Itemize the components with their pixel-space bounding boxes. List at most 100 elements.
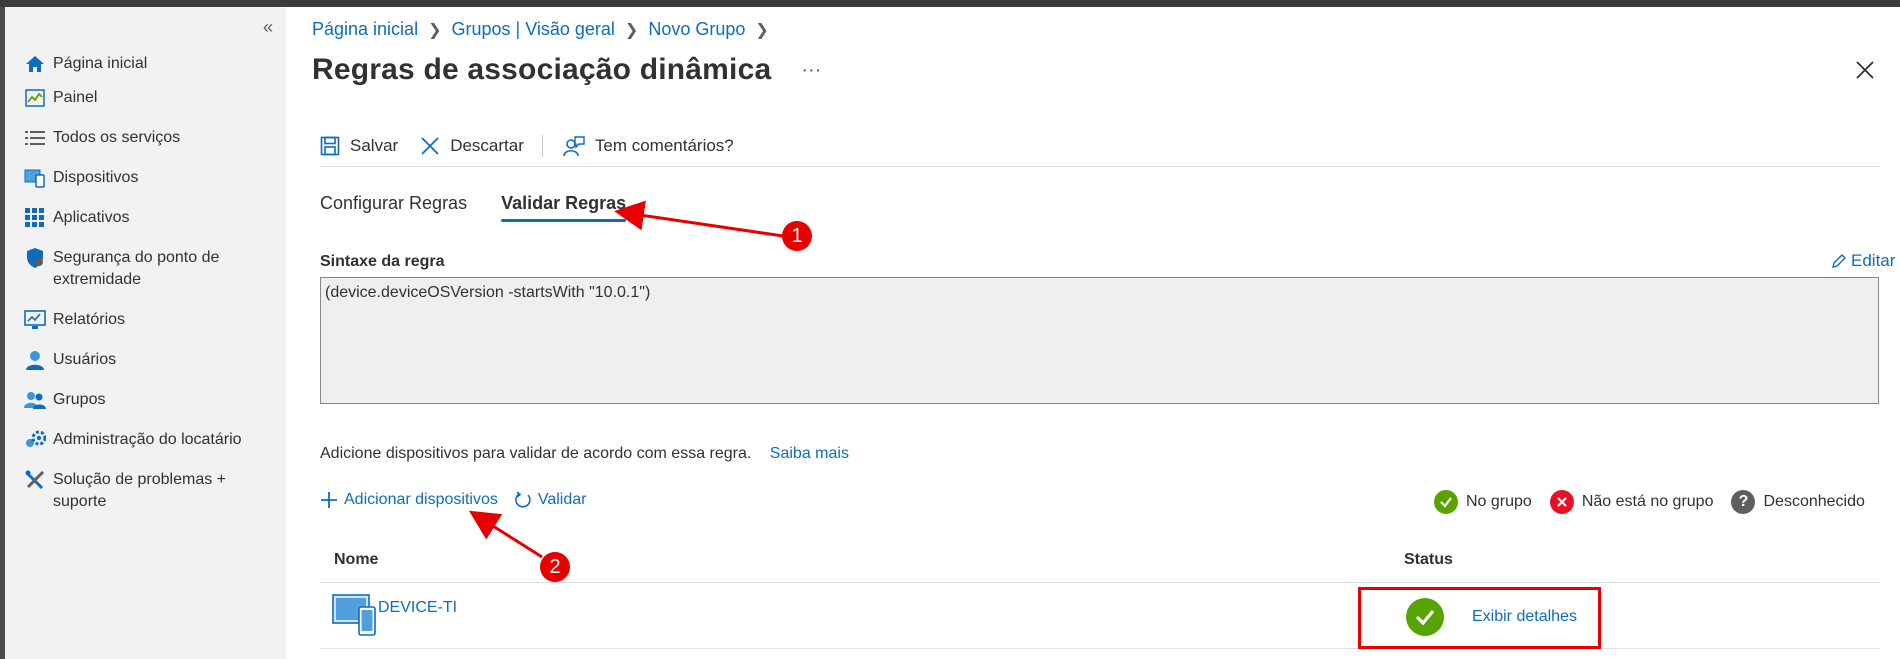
save-icon — [320, 136, 340, 156]
plus-icon — [321, 492, 337, 508]
legend-unknown: ? Desconhecido — [1731, 490, 1865, 514]
discard-button[interactable]: Descartar — [420, 136, 524, 156]
column-header-name: Nome — [334, 551, 379, 568]
learn-more-link[interactable]: Saiba mais — [770, 445, 849, 462]
close-button[interactable] — [1854, 59, 1880, 85]
legend-not-in-group: Não está no grupo — [1549, 490, 1714, 514]
close-icon — [421, 137, 439, 155]
status-legend: No grupo Não está no grupo ? Desconhecid… — [1434, 490, 1883, 514]
feedback-button[interactable]: Tem comentários? — [563, 135, 734, 157]
apps-icon — [23, 207, 47, 229]
rule-syntax-box: (device.deviceOSVersion -startsWith "10.… — [320, 277, 1879, 404]
toolbar-divider-line — [320, 166, 1880, 167]
chevron-right-icon: ❯ — [428, 21, 442, 39]
chevron-right-icon: ❯ — [755, 21, 769, 39]
sidebar-item-label: Segurança do ponto de extremidade — [53, 249, 220, 288]
main-panel: Página inicial ❯ Grupos | Visão geral ❯ … — [286, 7, 1900, 659]
gear-icon — [23, 429, 47, 451]
sidebar-item-label: Página inicial — [53, 55, 148, 72]
feedback-label: Tem comentários? — [594, 136, 734, 155]
sidebar-item-label: Todos os serviços — [53, 129, 181, 146]
sidebar-item-label: Dispositivos — [53, 169, 139, 186]
sidebar-item-apps[interactable]: Aplicativos — [5, 207, 286, 247]
discard-label: Descartar — [450, 136, 524, 155]
validate-label: Validar — [537, 491, 587, 508]
breadcrumb-home[interactable]: Página inicial — [312, 19, 418, 40]
sidebar-item-dashboard[interactable]: Painel — [5, 87, 286, 127]
chevron-right-icon: ❯ — [624, 21, 639, 39]
validate-button[interactable]: Validar — [514, 491, 587, 509]
refresh-icon — [514, 491, 531, 508]
rule-syntax-label: Sintaxe da regra — [320, 253, 445, 270]
question-circle-icon: ? — [1731, 490, 1756, 514]
table-row-divider — [320, 648, 1880, 649]
sidebar-nav: Página inicial Painel Todos os serviços … — [5, 47, 286, 531]
save-button[interactable]: Salvar — [320, 136, 398, 156]
error-circle-icon — [1549, 490, 1574, 514]
validation-description-text: Adicione dispositivos para validar de ac… — [320, 445, 752, 462]
table-header-divider — [320, 582, 1880, 583]
sidebar-item-label: Solução de problemas + suporte — [53, 471, 226, 510]
sidebar-item-troubleshooting[interactable]: Solução de problemas + suporte — [5, 469, 286, 531]
pencil-icon — [1832, 254, 1846, 268]
dashboard-icon — [23, 87, 47, 109]
page-title: Regras de associação dinâmica — [312, 53, 772, 86]
annotation-badge-2: 2 — [540, 552, 570, 582]
title-row: Regras de associação dinâmica ··· — [312, 53, 821, 87]
sidebar-item-label: Relatórios — [53, 311, 126, 328]
collapse-sidebar-button[interactable]: « — [263, 17, 273, 37]
edit-rule-button[interactable]: Editar — [1831, 251, 1895, 271]
edit-label: Editar — [1851, 251, 1896, 270]
check-circle-icon — [1434, 490, 1458, 514]
validation-actions: Adicionar dispositivos Validar — [320, 491, 602, 509]
sidebar-item-endpoint-security[interactable]: Segurança do ponto de extremidade — [5, 247, 286, 309]
feedback-icon — [563, 136, 585, 157]
sidebar-item-all-services[interactable]: Todos os serviços — [5, 127, 286, 167]
tab-configure-rules[interactable]: Configurar Regras — [320, 193, 467, 222]
annotation-badge-1: 1 — [782, 221, 812, 251]
sidebar-item-label: Aplicativos — [53, 209, 130, 226]
legend-in-group-label: No grupo — [1466, 493, 1532, 510]
add-devices-button[interactable]: Adicionar dispositivos — [320, 491, 498, 509]
sidebar-item-groups[interactable]: Grupos — [5, 389, 286, 429]
sidebar-item-label: Usuários — [53, 351, 117, 368]
user-icon — [23, 349, 47, 371]
tab-list: Configurar Regras Validar Regras — [320, 193, 660, 222]
sidebar-item-label: Administração do locatário — [53, 431, 242, 448]
sidebar-item-label: Painel — [53, 89, 98, 106]
validation-description: Adicione dispositivos para validar de ac… — [320, 445, 849, 463]
add-devices-label: Adicionar dispositivos — [344, 491, 498, 508]
toolbar-divider — [541, 135, 543, 157]
list-icon — [23, 127, 47, 149]
table-row: DEVICE-TI — [320, 587, 1880, 647]
sidebar-item-users[interactable]: Usuários — [5, 349, 286, 389]
save-label: Salvar — [350, 136, 399, 155]
more-options-button[interactable]: ··· — [801, 59, 821, 82]
breadcrumb-groups-overview[interactable]: Grupos | Visão geral — [451, 19, 614, 40]
home-icon — [23, 53, 47, 75]
command-bar: Salvar Descartar Tem comentários? — [320, 131, 756, 161]
sidebar-item-reports[interactable]: Relatórios — [5, 309, 286, 349]
column-header-status: Status — [1404, 551, 1453, 568]
shield-icon — [23, 247, 47, 269]
breadcrumb-new-group[interactable]: Novo Grupo — [648, 19, 745, 40]
device-icon — [332, 593, 378, 642]
breadcrumb: Página inicial ❯ Grupos | Visão geral ❯ … — [312, 19, 779, 40]
device-name-link[interactable]: DEVICE-TI — [378, 599, 457, 617]
sidebar-item-devices[interactable]: Dispositivos — [5, 167, 286, 207]
sidebar-item-label: Grupos — [53, 391, 106, 408]
legend-not-in-group-label: Não está no grupo — [1581, 493, 1714, 510]
groups-icon — [23, 389, 47, 411]
devices-icon — [23, 167, 47, 189]
tab-validate-rules[interactable]: Validar Regras — [501, 193, 627, 222]
legend-in-group: No grupo — [1434, 490, 1532, 514]
close-icon — [1856, 61, 1874, 79]
top-bar — [0, 0, 1900, 7]
sidebar: « Página inicial Painel Todos os serviço… — [5, 7, 286, 659]
legend-unknown-label: Desconhecido — [1763, 493, 1865, 510]
tools-icon — [23, 469, 47, 491]
reports-icon — [23, 309, 47, 331]
sidebar-item-tenant-admin[interactable]: Administração do locatário — [5, 429, 286, 469]
sidebar-item-home[interactable]: Página inicial — [5, 47, 286, 87]
view-details-link[interactable]: Exibir detalhes — [1472, 608, 1577, 626]
